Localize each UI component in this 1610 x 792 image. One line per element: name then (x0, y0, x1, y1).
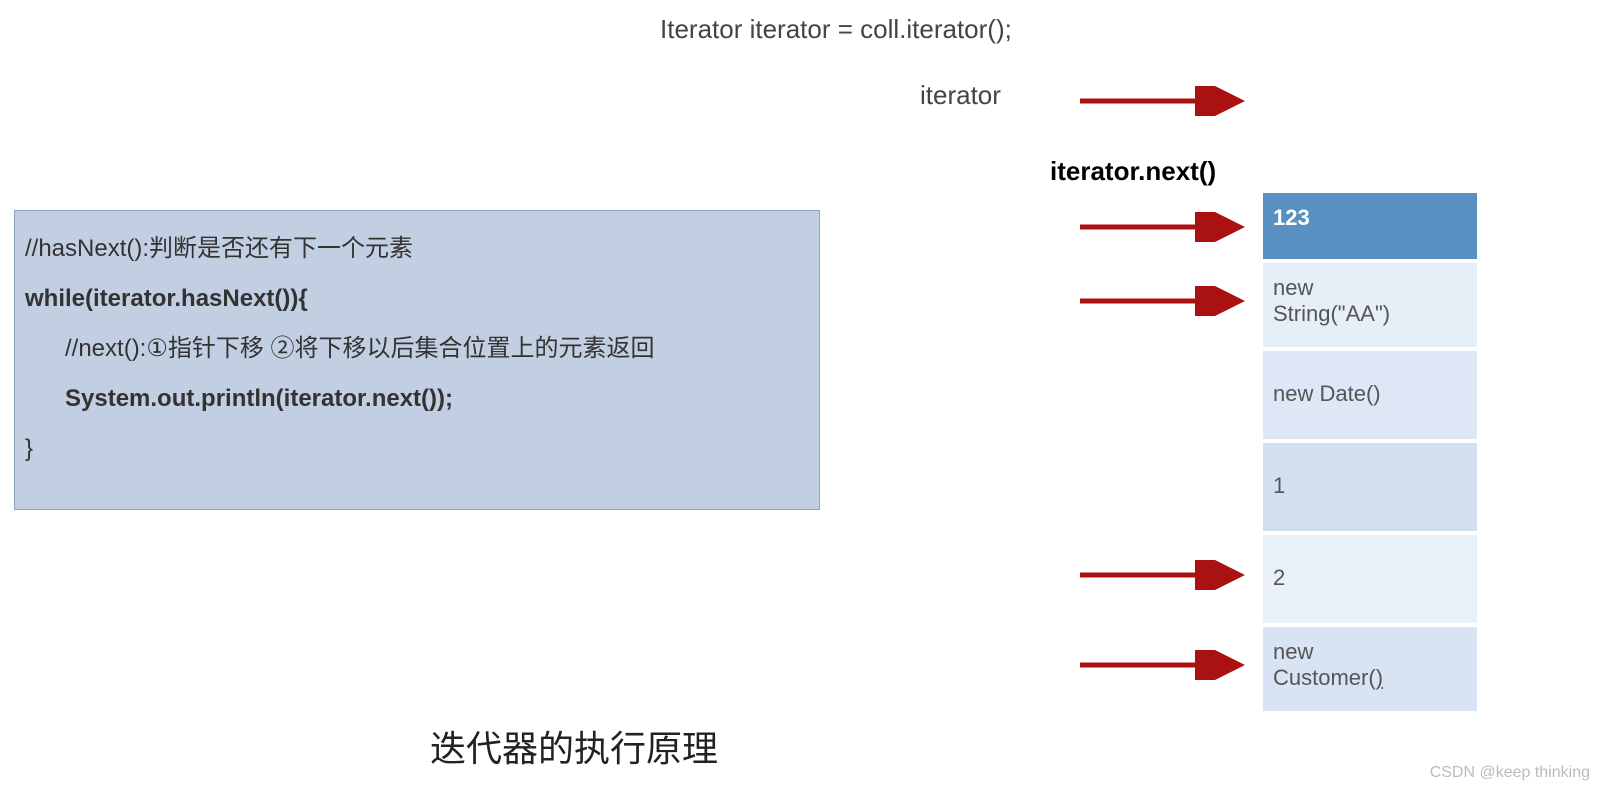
arrow-icon (1080, 286, 1260, 316)
iterator-label: iterator (920, 80, 1001, 111)
cell-2: new String("AA") (1262, 262, 1478, 348)
cell-3: new Date() (1262, 350, 1478, 440)
code-line-3: //next():①指针下移 ②将下移以后集合位置上的元素返回 (25, 331, 809, 367)
arrow-icon (1080, 212, 1260, 242)
code-line-4: System.out.println(iterator.next()); (25, 381, 809, 417)
arrow-icon (1080, 86, 1260, 116)
cell-1: 123 (1262, 192, 1478, 260)
code-line-2: while(iterator.hasNext()){ (25, 281, 809, 317)
cell-4: 1 (1262, 442, 1478, 532)
cell-6: new Customer() (1262, 626, 1478, 712)
code-line-5: } (25, 431, 809, 467)
customer-underline: Customer() (1273, 665, 1383, 690)
arrow-icon (1080, 650, 1260, 680)
code-line-1: //hasNext():判断是否还有下一个元素 (25, 231, 809, 267)
cell-5: 2 (1262, 534, 1478, 624)
watermark: CSDN @keep thinking (1430, 764, 1590, 782)
iterator-next-label: iterator.next() (1050, 156, 1216, 187)
arrow-icon (1080, 560, 1260, 590)
diagram-title: 迭代器的执行原理 (430, 720, 718, 772)
code-line-init: Iterator iterator = coll.iterator(); (660, 14, 1012, 45)
code-box: //hasNext():判断是否还有下一个元素 while(iterator.h… (14, 210, 820, 510)
